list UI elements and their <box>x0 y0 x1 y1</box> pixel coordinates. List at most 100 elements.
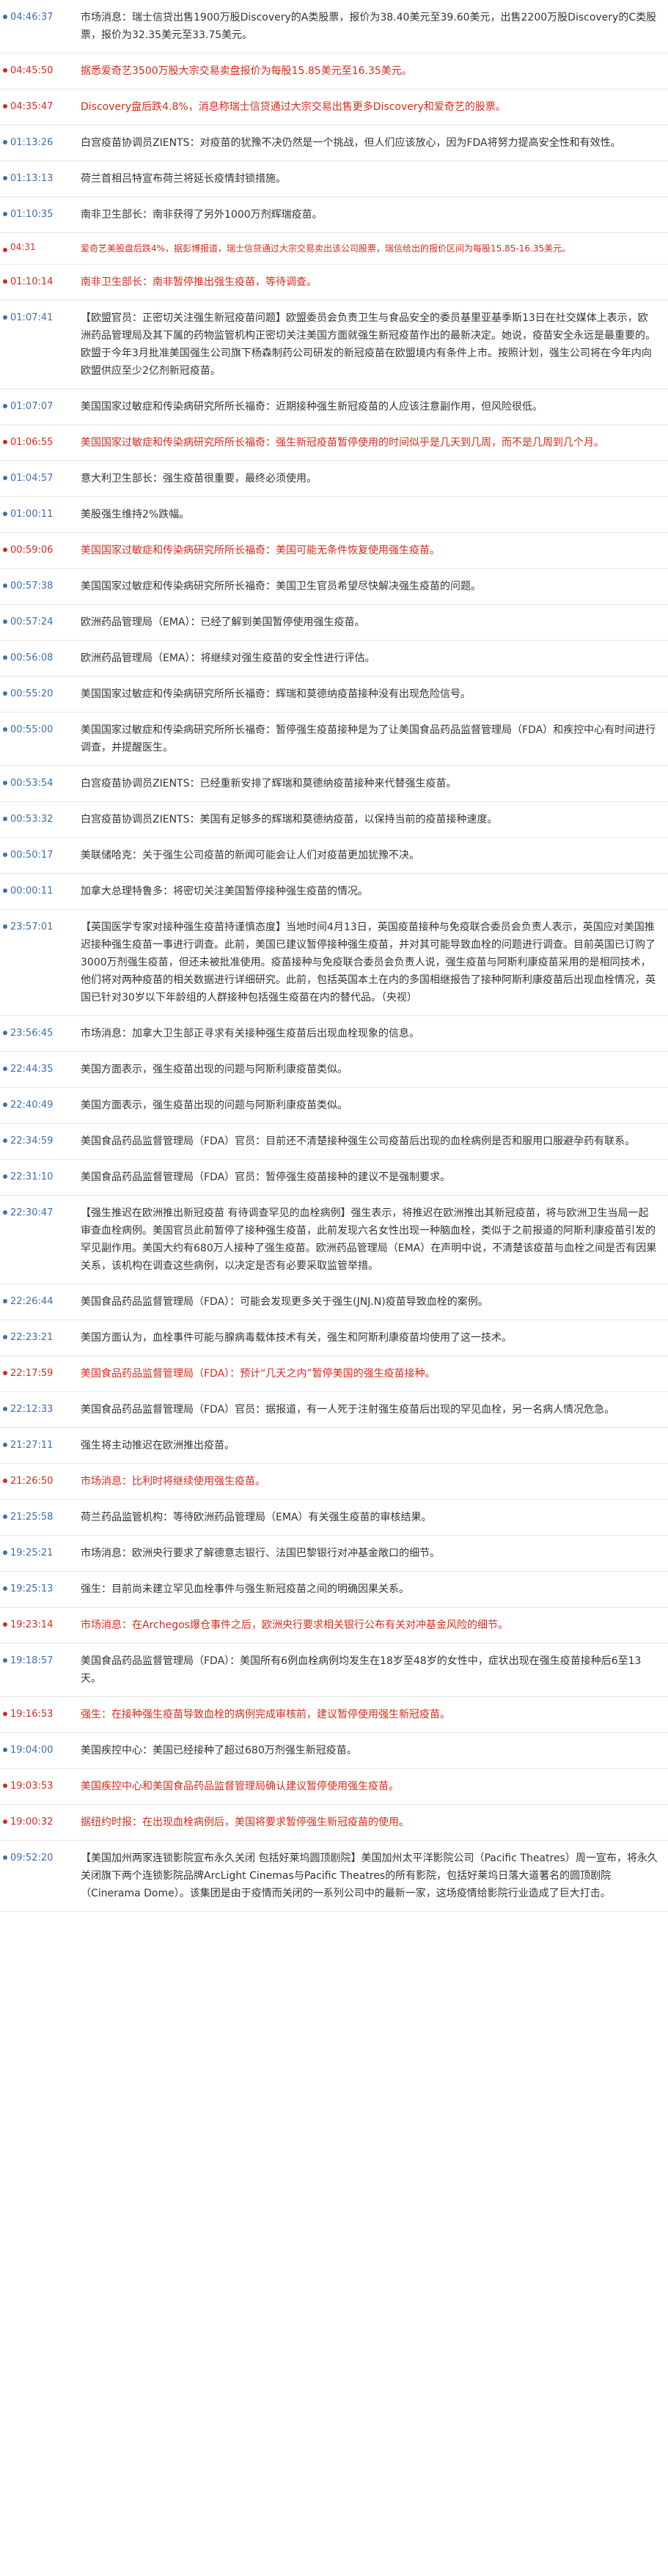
feed-item-text: 白宫疫苗协调员ZIENTS：美国有足够多的辉瑞和莫德纳疫苗，以保持当前的疫苗接种… <box>81 814 498 825</box>
feed-item-text: 据悉爱奇艺3500万股大宗交易卖盘报价为每股15.85美元至16.35美元。 <box>81 65 412 77</box>
feed-item-text: 强生将主动推迟在欧洲推出疫苗。 <box>81 1440 235 1451</box>
feed-item[interactable]: 22:34:59 美国食品药品监督管理局（FDA）官员：目前还不清楚接种强生公司… <box>0 1124 668 1160</box>
feed-item[interactable]: 22:23:21 美国方面认为，血栓事件可能与腺病毒载体技术有关，强生和阿斯利康… <box>0 1320 668 1356</box>
timeline-dot-icon <box>3 279 7 284</box>
feed-item-text: 美国方面认为，血栓事件可能与腺病毒载体技术有关，强生和阿斯利康疫苗均使用了这一技… <box>81 1332 512 1344</box>
feed-item[interactable]: 01:13:26 白宫疫苗协调员ZIENTS：对疫苗的犹豫不决仍然是一个挑战，但… <box>0 125 668 161</box>
feed-item-text: 美国食品药品监督管理局（FDA）官员：暂停强生疫苗接种的建议不是强制要求。 <box>81 1171 451 1183</box>
feed-item-time: 01:07:41 <box>10 312 54 323</box>
feed-item[interactable]: 01:00:11 美股强生维持2%跌幅。 <box>0 497 668 533</box>
feed-item-time: 00:59:06 <box>10 545 54 556</box>
feed-item-text: 美国食品药品监督管理局（FDA）：可能会发现更多关于强生(JNJ.N)疫苗导致血… <box>81 1296 488 1308</box>
feed-item[interactable]: 00:57:24 欧洲药品管理局（EMA）：已经了解到美国暂停使用强生疫苗。 <box>0 605 668 641</box>
feed-item-time: 00:55:20 <box>10 688 54 699</box>
feed-item-text: Discovery盘后跌4.8%，消息称瑞士信贷通过大宗交易出售更多Discov… <box>81 101 506 113</box>
timeline-dot-icon <box>3 853 7 857</box>
feed-item-text: 爱奇艺美股盘后跌4%，据彭博报道，瑞士信贷通过大宗交易卖出该公司股票，瑞信给出的… <box>81 243 571 254</box>
feed-item[interactable]: 19:16:53 强生：在接种强生疫苗导致血栓的病例完成审核前，建议暂停使用强生… <box>0 1697 668 1733</box>
timeline-dot-icon <box>3 440 7 444</box>
timeline-dot-icon <box>3 1103 7 1107</box>
feed-item[interactable]: 19:04:00 美国疾控中心：美国已经接种了超过680万剂强生新冠疫苗。 <box>0 1733 668 1769</box>
feed-item[interactable]: 22:30:47 【强生推迟在欧洲推出新冠疫苗 有待调查罕见的血栓病例】强生表示… <box>0 1196 668 1284</box>
feed-item[interactable]: 21:26:50 市场消息：比利时将继续使用强生疫苗。 <box>0 1464 668 1500</box>
timeline-dot-icon <box>3 691 7 696</box>
timeline-dot-icon <box>3 1550 7 1555</box>
feed-item[interactable]: 22:17:59 美国食品药品监督管理局（FDA）：预计“几天之内”暂停美国的强… <box>0 1356 668 1392</box>
feed-item-text: 市场消息：加拿大卫生部正寻求有关接种强生疫苗后出现血栓现象的信息。 <box>81 1028 419 1039</box>
feed-item[interactable]: 19:03:53 美国疾控中心和美国食品药品监督管理局确认建议暂停使用强生疫苗。 <box>0 1769 668 1805</box>
feed-item-text: 美国方面表示，强生疫苗出现的问题与阿斯利康疫苗类似。 <box>81 1064 348 1075</box>
feed-item[interactable]: 23:57:01 【英国医学专家对接种强生疫苗持谨慎态度】当地时间4月13日，英… <box>0 910 668 1016</box>
feed-item[interactable]: 00:59:06 美国国家过敏症和传染病研究所所长福奇：美国可能无条件恢复使用强… <box>0 533 668 569</box>
timeline-dot-icon <box>3 1299 7 1303</box>
feed-item[interactable]: 00:55:00 美国国家过敏症和传染病研究所所长福奇：暂停强生疫苗接种是为了让… <box>0 713 668 766</box>
feed-item-time: 19:16:53 <box>10 1709 54 1720</box>
feed-item-text: 市场消息：在Archegos爆仓事件之后，欧洲央行要求相关银行公布有关对冲基金风… <box>81 1619 508 1631</box>
feed-item[interactable]: 01:06:55 美国国家过敏症和传染病研究所所长福奇：强生新冠疫苗暂停使用的时… <box>0 425 668 461</box>
feed-item[interactable]: 01:04:57 意大利卫生部长：强生疫苗很重要，最终必须使用。 <box>0 461 668 497</box>
feed-item-time: 04:45:50 <box>10 65 54 76</box>
feed-item[interactable]: 19:25:13 强生：目前尚未建立罕见血栓事件与强生新冠疫苗之间的明确因果关系… <box>0 1572 668 1608</box>
feed-item[interactable]: 19:00:32 据纽约时报：在出现血栓病例后，美国将要求暂停强生新冠疫苗的使用… <box>0 1805 668 1841</box>
feed-item[interactable]: 19:25:21 市场消息：欧洲央行要求了解德意志银行、法国巴黎银行对冲基金敞口… <box>0 1536 668 1572</box>
feed-item[interactable]: 19:23:14 市场消息：在Archegos爆仓事件之后，欧洲央行要求相关银行… <box>0 1608 668 1644</box>
feed-item[interactable]: 01:13:13 荷兰首相吕特宣布荷兰将延长疫情封锁措施。 <box>0 161 668 197</box>
timeline-dot-icon <box>3 1335 7 1339</box>
feed-item[interactable]: 04:31 爱奇艺美股盘后跌4%，据彭博报道，瑞士信贷通过大宗交易卖出该公司股票… <box>0 233 668 265</box>
feed-item[interactable]: 01:07:07 美国国家过敏症和传染病研究所所长福奇：近期接种强生新冠疫苗的人… <box>0 389 668 425</box>
feed-item[interactable]: 01:10:14 南非卫生部长：南非暂停推出强生疫苗，等待调查。 <box>0 265 668 301</box>
feed-item-text: 【欧盟官员：正密切关注强生新冠疫苗问题】欧盟委员会负责卫生与食品安全的委员基里亚… <box>81 312 656 377</box>
feed-item-time: 19:25:21 <box>10 1548 54 1559</box>
feed-item[interactable]: 09:52:20 【美国加州两家连锁影院宣布永久关闭 包括好莱坞圆顶剧院】美国加… <box>0 1841 668 1912</box>
feed-item[interactable]: 22:31:10 美国食品药品监督管理局（FDA）官员：暂停强生疫苗接种的建议不… <box>0 1160 668 1196</box>
timeline-dot-icon <box>3 512 7 516</box>
feed-item-text: 美国国家过敏症和传染病研究所所长福奇：辉瑞和莫德纳疫苗接种没有出现危险信号。 <box>81 688 471 700</box>
feed-item[interactable]: 01:07:41 【欧盟官员：正密切关注强生新冠疫苗问题】欧盟委员会负责卫生与食… <box>0 301 668 389</box>
feed-item-time: 01:06:55 <box>10 437 54 448</box>
feed-item[interactable]: 22:40:49 美国方面表示，强生疫苗出现的问题与阿斯利康疫苗类似。 <box>0 1088 668 1124</box>
feed-item-time: 22:34:59 <box>10 1136 54 1147</box>
timeline-dot-icon <box>3 1407 7 1411</box>
feed-item[interactable]: 00:57:38 美国国家过敏症和传染病研究所所长福奇：美国卫生官员希望尽快解决… <box>0 569 668 605</box>
feed-item[interactable]: 19:18:57 美国食品药品监督管理局（FDA）：美国所有6例血栓病例均发生在… <box>0 1644 668 1697</box>
timeline-dot-icon <box>3 1784 7 1788</box>
timeline-dot-icon <box>3 15 7 19</box>
feed-item-time: 22:26:44 <box>10 1296 54 1307</box>
feed-item-time: 22:44:35 <box>10 1064 54 1075</box>
feed-item[interactable]: 04:35:47 Discovery盘后跌4.8%，消息称瑞士信贷通过大宗交易出… <box>0 89 668 125</box>
feed-item-text: 美联储哈克：关于强生公司疫苗的新闻可能会让人们对疫苗更加犹豫不决。 <box>81 850 419 861</box>
feed-item-time: 19:25:13 <box>10 1583 54 1594</box>
feed-item-time: 00:50:17 <box>10 850 54 861</box>
feed-item-text: 加拿大总理特鲁多：将密切关注美国暂停接种强生疫苗的情况。 <box>81 886 368 897</box>
feed-item-text: 强生：目前尚未建立罕见血栓事件与强生新冠疫苗之间的明确因果关系。 <box>81 1583 409 1595</box>
timeline-dot-icon <box>3 1174 7 1179</box>
timeline-dot-icon <box>3 1479 7 1483</box>
feed-item[interactable]: 01:10:35 南非卫生部长：南非获得了另外1000万剂辉瑞疫苗。 <box>0 197 668 233</box>
feed-item[interactable]: 23:56:45 市场消息：加拿大卫生部正寻求有关接种强生疫苗后出现血栓现象的信… <box>0 1016 668 1052</box>
feed-item[interactable]: 22:26:44 美国食品药品监督管理局（FDA）：可能会发现更多关于强生(JN… <box>0 1284 668 1320</box>
feed-item[interactable]: 04:45:50 据悉爱奇艺3500万股大宗交易卖盘报价为每股15.85美元至1… <box>0 54 668 89</box>
feed-item[interactable]: 00:56:08 欧洲药品管理局（EMA）：将继续对强生疫苗的安全性进行评估。 <box>0 641 668 677</box>
timeline-dot-icon <box>3 1819 7 1824</box>
feed-item[interactable]: 21:27:11 强生将主动推迟在欧洲推出疫苗。 <box>0 1428 668 1464</box>
timeline-dot-icon <box>3 1855 7 1860</box>
feed-item[interactable]: 00:53:32 白宫疫苗协调员ZIENTS：美国有足够多的辉瑞和莫德纳疫苗，以… <box>0 802 668 838</box>
feed-item[interactable]: 21:25:58 荷兰药品监管机构：等待欧洲药品管理局（EMA）有关强生疫苗的审… <box>0 1500 668 1536</box>
feed-item[interactable]: 00:53:54 白宫疫苗协调员ZIENTS：已经重新安排了辉瑞和莫德纳疫苗接种… <box>0 766 668 802</box>
feed-item[interactable]: 00:00:11 加拿大总理特鲁多：将密切关注美国暂停接种强生疫苗的情况。 <box>0 874 668 910</box>
feed-item-text: 据纽约时报：在出现血栓病例后，美国将要求暂停强生新冠疫苗的使用。 <box>81 1817 409 1828</box>
timeline-dot-icon <box>3 584 7 588</box>
feed-item-time: 04:31 <box>10 242 36 252</box>
feed-item-time: 00:57:24 <box>10 617 54 628</box>
feed-item[interactable]: 04:46:37 市场消息：瑞士信贷出售1900万股Discovery的A类股票… <box>0 0 668 54</box>
feed-item-text: 美国食品药品监督管理局（FDA）官员：据报道，有一人死于注射强生疫苗后出现的罕见… <box>81 1404 615 1416</box>
feed-item-text: 美国方面表示，强生疫苗出现的问题与阿斯利康疫苗类似。 <box>81 1100 348 1111</box>
feed-item[interactable]: 22:44:35 美国方面表示，强生疫苗出现的问题与阿斯利康疫苗类似。 <box>0 1052 668 1088</box>
feed-item[interactable]: 22:12:33 美国食品药品监督管理局（FDA）官员：据报道，有一人死于注射强… <box>0 1392 668 1428</box>
feed-item[interactable]: 00:50:17 美联储哈克：关于强生公司疫苗的新闻可能会让人们对疫苗更加犹豫不… <box>0 838 668 874</box>
timeline-dot-icon <box>3 68 7 73</box>
feed-item[interactable]: 00:55:20 美国国家过敏症和传染病研究所所长福奇：辉瑞和莫德纳疫苗接种没有… <box>0 677 668 713</box>
feed-item-text: 【美国加州两家连锁影院宣布永久关闭 包括好莱坞圆顶剧院】美国加州太平洋影院公司（… <box>81 1852 658 1899</box>
timeline-dot-icon <box>3 176 7 180</box>
timeline-dot-icon <box>3 548 7 552</box>
